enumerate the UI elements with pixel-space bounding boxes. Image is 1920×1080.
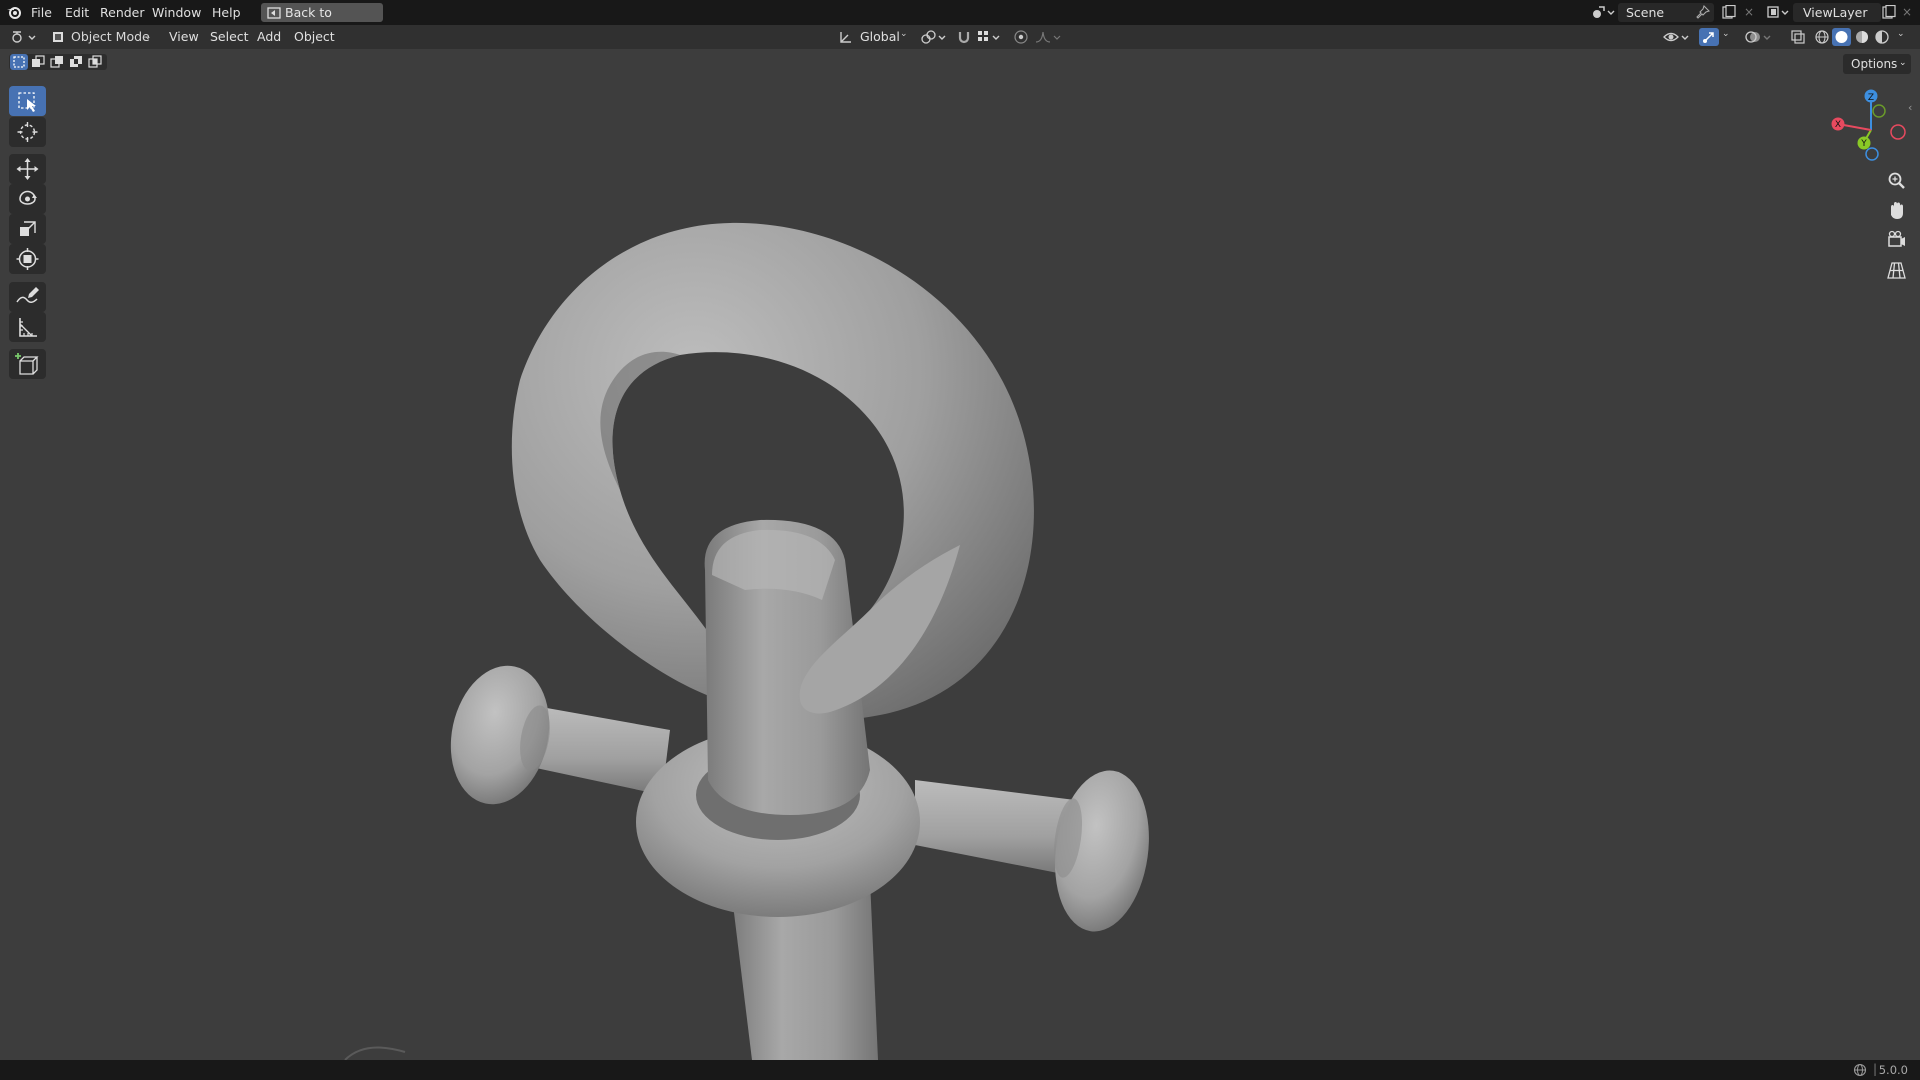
mode-label: Object Mode	[71, 29, 150, 44]
chevron-down-icon[interactable]: ⌄	[1897, 29, 1905, 39]
pin-icon[interactable]	[1696, 4, 1711, 24]
wireframe-shading-icon[interactable]	[1814, 29, 1830, 48]
view-layer-icon[interactable]	[1766, 4, 1792, 23]
menu-object[interactable]: Object	[294, 25, 335, 49]
gizmo-toggle-icon[interactable]	[1699, 28, 1719, 46]
scene-name: Scene	[1626, 5, 1665, 20]
transform-orientation-label[interactable]: Global	[860, 25, 900, 49]
menu-edit[interactable]: Edit	[65, 0, 89, 25]
object-mode-icon	[51, 30, 65, 50]
snap-toggle-icon[interactable]	[956, 29, 972, 48]
view-layer-name: ViewLayer	[1803, 5, 1868, 20]
network-globe-icon	[1853, 1063, 1867, 1080]
visibility-selectability-icon[interactable]	[1663, 29, 1693, 48]
xray-toggle-icon[interactable]	[1790, 29, 1806, 48]
blender-logo-icon[interactable]	[6, 5, 22, 23]
menu-select[interactable]: Select	[210, 25, 249, 49]
close-view-layer-icon[interactable]: ×	[1902, 5, 1912, 19]
viewport-header: Object Mode ⌄ View Select Add Object Glo…	[0, 25, 1920, 49]
status-separator: |	[1873, 1062, 1878, 1076]
mode-dropdown[interactable]: Object Mode ⌄	[45, 27, 155, 47]
version-label: 5.0.0	[1878, 1063, 1908, 1077]
rendered-shading-icon[interactable]	[1874, 29, 1890, 48]
transform-orientation-icon[interactable]	[838, 30, 853, 48]
overlays-icon[interactable]	[1745, 29, 1775, 48]
menu-file[interactable]: File	[31, 0, 52, 25]
new-view-layer-icon[interactable]	[1881, 4, 1896, 23]
editor-type-icon[interactable]	[10, 29, 40, 48]
pivot-point-icon[interactable]	[920, 29, 950, 48]
material-preview-icon[interactable]	[1854, 29, 1870, 48]
menu-view[interactable]: View	[169, 25, 199, 49]
chevron-down-icon: ⌄	[900, 29, 908, 39]
menu-render[interactable]: Render	[100, 0, 145, 25]
menu-help[interactable]: Help	[212, 0, 241, 25]
top-menu-bar: File Edit Render Window Help Back to Pre…	[0, 0, 1920, 39]
proportional-editing-icon[interactable]	[1013, 29, 1029, 48]
chevron-down-icon[interactable]: ⌄	[1722, 29, 1730, 39]
falloff-curve-icon[interactable]	[1034, 29, 1064, 48]
menu-window[interactable]: Window	[152, 0, 201, 25]
scene-selector-icon[interactable]	[1590, 4, 1616, 23]
menu-add[interactable]: Add	[257, 25, 281, 49]
back-to-previous-button[interactable]: Back to Previous	[261, 3, 383, 39]
solid-shading-icon[interactable]	[1832, 28, 1851, 46]
new-scene-icon[interactable]	[1721, 4, 1736, 23]
close-scene-icon[interactable]: ×	[1744, 5, 1754, 19]
3d-viewport[interactable]: Options ⌄ Z X Y ‹	[0, 49, 1920, 1060]
snap-grid-icon[interactable]	[976, 29, 1006, 48]
chevron-down-icon: ⌄	[144, 32, 152, 42]
anchor-model[interactable]	[0, 49, 1920, 1060]
view-layer-name-field[interactable]: ViewLayer	[1793, 3, 1881, 22]
back-icon	[267, 6, 281, 25]
scene-name-field[interactable]: Scene	[1618, 3, 1714, 22]
status-bar: | 5.0.0	[0, 1060, 1920, 1080]
